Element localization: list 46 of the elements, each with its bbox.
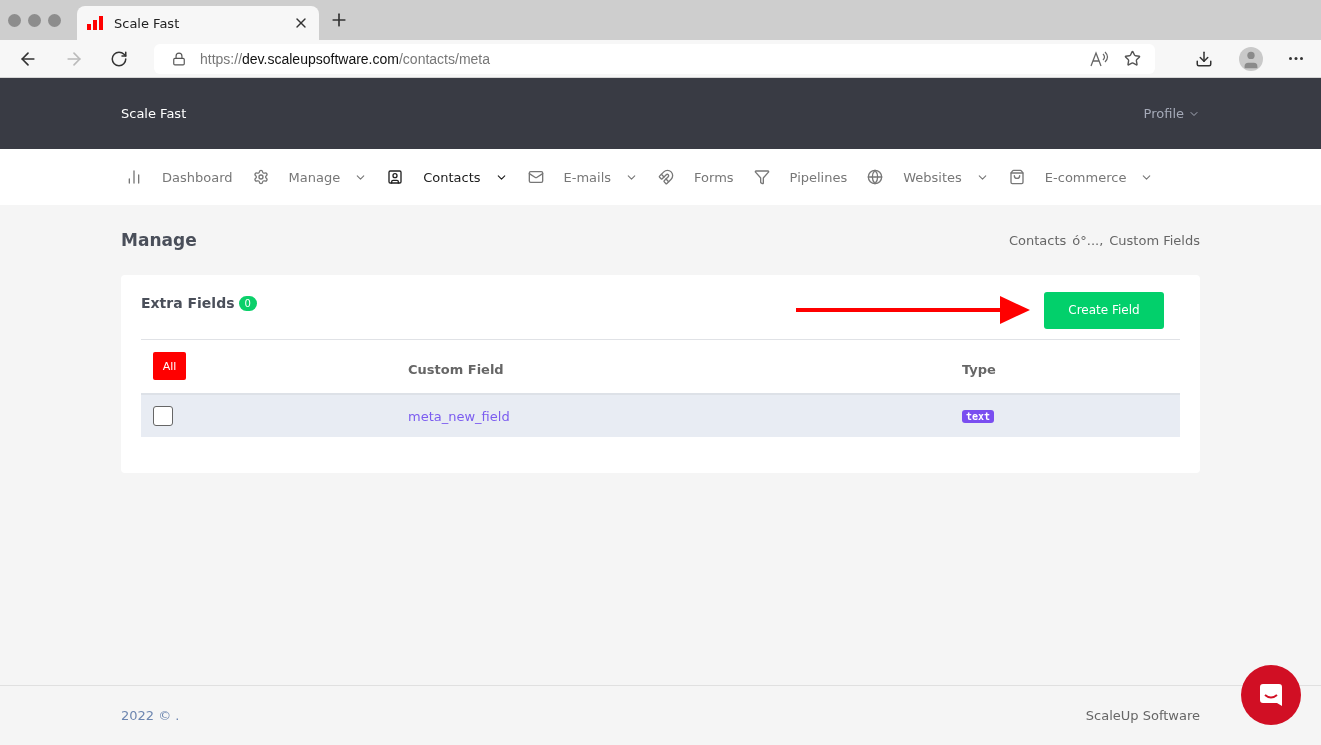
chat-bubble-icon xyxy=(1257,681,1285,709)
favorite-add-button[interactable] xyxy=(1124,50,1141,67)
address-bar[interactable]: https://dev.scaleupsoftware.com/contacts/meta xyxy=(154,43,1155,74)
breadcrumb-item: Custom Fields xyxy=(1109,232,1200,248)
gear-icon xyxy=(252,169,269,185)
bar-chart-icon xyxy=(126,169,142,185)
field-link[interactable]: meta_new_field xyxy=(408,408,962,424)
nav-item[interactable]: Contacts xyxy=(423,169,508,185)
nav-item[interactable]: Forms xyxy=(694,169,734,185)
breadcrumb-item[interactable]: Contacts xyxy=(1008,232,1067,248)
copyright-text: 2022 © . xyxy=(121,708,180,723)
bar-chart-icon xyxy=(87,16,104,30)
read-aloud-button[interactable] xyxy=(1090,50,1110,67)
nav-item[interactable]: Websites xyxy=(903,169,989,185)
row-checkbox[interactable] xyxy=(153,406,173,426)
mail-icon xyxy=(527,169,544,185)
more-icon xyxy=(1289,57,1303,60)
nav-item[interactable]: Dashboard xyxy=(162,169,233,185)
contact-card-icon xyxy=(387,169,404,185)
reload-button[interactable] xyxy=(110,49,128,68)
browser-tab[interactable]: Scale Fast xyxy=(77,6,319,40)
nav-item[interactable]: E-commerce xyxy=(1044,169,1154,185)
breadcrumb-item: ó°..., xyxy=(1072,232,1104,248)
profile-avatar[interactable] xyxy=(1239,46,1263,71)
bag-icon xyxy=(1008,169,1025,185)
page-title: Manage xyxy=(121,230,197,250)
magnet-icon xyxy=(658,169,675,185)
company-name: ScaleUp Software xyxy=(1085,708,1200,723)
chat-button[interactable] xyxy=(1241,665,1301,725)
column-header: Custom Field xyxy=(408,362,505,377)
lock-icon xyxy=(172,51,186,66)
download-button[interactable] xyxy=(1195,49,1213,68)
select-all-button[interactable]: All xyxy=(153,352,186,380)
nav-item[interactable]: E-mails xyxy=(563,169,639,185)
count-badge: 0 xyxy=(238,296,257,311)
type-tag: text xyxy=(962,409,995,423)
card-title: Extra Fields xyxy=(141,295,235,311)
funnel-icon xyxy=(753,169,770,185)
globe-icon xyxy=(867,169,884,185)
more-button[interactable] xyxy=(1289,57,1303,60)
brand-name[interactable]: Scale Fast xyxy=(121,106,187,121)
tab-title: Scale Fast xyxy=(114,15,181,31)
profile-menu[interactable]: Profile xyxy=(1143,106,1200,121)
column-header: Type xyxy=(962,362,997,377)
nav-item[interactable]: Manage xyxy=(288,169,368,185)
nav-item[interactable]: Pipelines xyxy=(789,169,848,185)
